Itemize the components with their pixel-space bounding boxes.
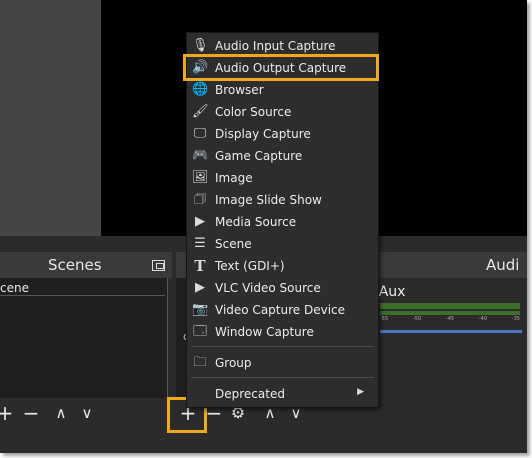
- audio-mixer-title: Audi: [486, 256, 520, 274]
- folder-icon: 🗀: [193, 355, 207, 370]
- menu-item-window-capture[interactable]: 🗔 Window Capture: [187, 321, 378, 343]
- paintbrush-icon: 🖌: [192, 104, 209, 119]
- image-icon: 🖼: [192, 170, 209, 185]
- menu-separator: [191, 377, 374, 378]
- menu-item-label: Video Capture Device: [215, 303, 346, 317]
- menu-item-color-source[interactable]: 🖌 Color Source: [187, 101, 378, 123]
- menu-item-deprecated[interactable]: Deprecated ▶: [187, 383, 378, 405]
- remove-scene-button[interactable]: −: [20, 402, 42, 426]
- meter-tick: -50: [412, 316, 422, 322]
- preview-margin: [0, 0, 101, 236]
- play-icon: ▶: [195, 280, 205, 295]
- menu-item-video-capture-device[interactable]: 📷 Video Capture Device: [187, 299, 378, 321]
- meter-tick: -45: [445, 316, 455, 322]
- meter-tick: -35: [511, 316, 520, 322]
- volume-meter: [380, 303, 520, 309]
- monitor-icon: 🖵: [193, 126, 207, 141]
- audio-mixer-header: Audi: [358, 252, 527, 278]
- meter-tick: -55: [380, 316, 389, 322]
- audio-output-capture-highlight: [183, 54, 379, 81]
- gamepad-icon: 🎮: [192, 148, 209, 163]
- menu-item-label: Group: [215, 356, 252, 370]
- menu-item-scene[interactable]: ☰ Scene: [187, 233, 378, 255]
- menu-item-group[interactable]: 🗀 Group: [187, 352, 378, 374]
- camera-icon: 📷: [192, 302, 209, 317]
- scenes-list[interactable]: cene: [0, 278, 168, 398]
- menu-item-label: Image Slide Show: [215, 193, 322, 207]
- slideshow-icon: 🗇: [193, 192, 207, 207]
- menu-item-label: VLC Video Source: [215, 281, 321, 295]
- volume-slider[interactable]: [380, 330, 522, 333]
- scene-list-item[interactable]: cene: [0, 281, 29, 295]
- menu-item-label: Image: [215, 171, 253, 185]
- menu-separator: [191, 346, 374, 347]
- menu-item-vlc-video-source[interactable]: ▶ VLC Video Source: [187, 277, 378, 299]
- menu-item-browser[interactable]: 🌐 Browser: [187, 79, 378, 101]
- menu-item-game-capture[interactable]: 🎮 Game Capture: [187, 145, 378, 167]
- menu-item-media-source[interactable]: ▶ Media Source: [187, 211, 378, 233]
- menu-item-image-slide-show[interactable]: 🗇 Image Slide Show: [187, 189, 378, 211]
- menu-item-label: Media Source: [215, 215, 297, 229]
- add-source-menu: 🎙 Audio Input Capture 🔊 Audio Output Cap…: [186, 32, 379, 408]
- menu-item-display-capture[interactable]: 🖵 Display Capture: [187, 123, 378, 145]
- audio-mixer-panel: /Aux -55 -50 -45 -40 -35: [358, 278, 527, 428]
- menu-item-image[interactable]: 🖼 Image: [187, 167, 378, 189]
- list-icon: ☰: [194, 236, 206, 251]
- menu-item-label: Game Capture: [215, 149, 303, 163]
- window-icon: 🗔: [192, 324, 208, 339]
- menu-item-text-gdi[interactable]: T Text (GDI+): [187, 255, 378, 277]
- add-scene-button[interactable]: +: [0, 402, 16, 426]
- menu-item-label: Audio Input Capture: [215, 39, 336, 53]
- menu-item-label: Color Source: [215, 105, 292, 119]
- microphone-icon: 🎙: [192, 38, 209, 53]
- volume-meter-scale: -55 -50 -45 -40 -35: [380, 316, 520, 322]
- undock-icon[interactable]: [152, 260, 165, 271]
- globe-icon: 🌐: [192, 82, 209, 97]
- menu-item-label: Browser: [215, 83, 264, 97]
- meter-tick: -40: [478, 316, 488, 322]
- scenes-toolbar: + − ∧ ∨: [0, 398, 168, 430]
- divider: [0, 295, 165, 296]
- volume-meter-secondary: [380, 311, 520, 315]
- scenes-dock-header: Scenes: [0, 252, 172, 278]
- menu-item-label: Text (GDI+): [215, 259, 285, 273]
- menu-item-label: Window Capture: [215, 325, 314, 339]
- menu-item-label: Display Capture: [215, 127, 311, 141]
- submenu-arrow-icon: ▶: [357, 387, 364, 397]
- move-scene-down-button[interactable]: ∨: [76, 402, 98, 426]
- play-icon: ▶: [195, 214, 205, 229]
- text-icon: T: [194, 257, 206, 275]
- menu-item-label: Deprecated: [215, 387, 285, 401]
- move-scene-up-button[interactable]: ∧: [50, 402, 72, 426]
- scenes-dock-title: Scenes: [48, 256, 102, 274]
- menu-item-label: Scene: [215, 237, 252, 251]
